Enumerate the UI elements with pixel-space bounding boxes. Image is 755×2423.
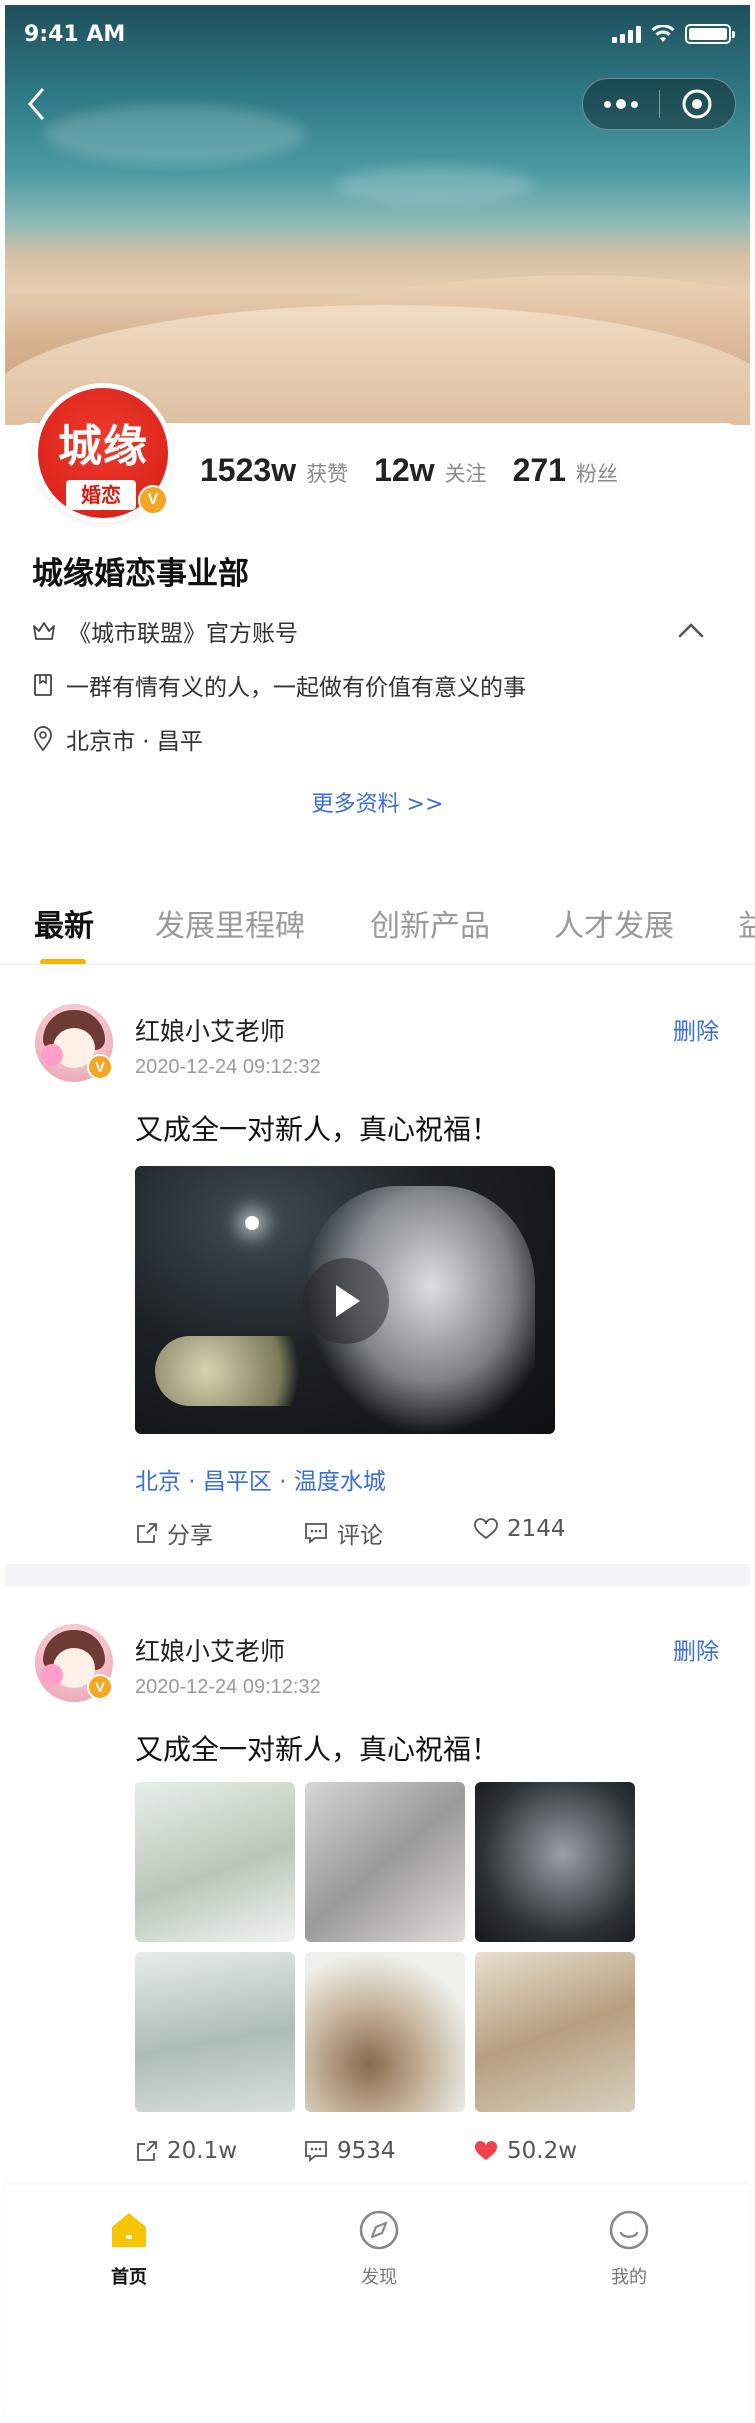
post-text: 又成全一对新人，真心祝福！	[135, 1113, 500, 1146]
status-time: 9:41 AM	[24, 22, 126, 47]
comment-button[interactable]: 评论	[303, 1516, 383, 1550]
post-card: V 红娘小艾老师 2020-12-24 09:12:32 删除 又成全一对新人，…	[5, 966, 750, 1564]
nav-home[interactable]: 首页	[69, 2207, 189, 2289]
nav-mine[interactable]: 我的	[569, 2207, 689, 2289]
like-count: 2144	[507, 1516, 566, 1542]
logo-subtext: 婚恋	[66, 480, 136, 510]
close-miniprogram-button[interactable]	[660, 79, 736, 129]
share-icon	[137, 2141, 157, 2161]
verified-badge-icon: V	[87, 1054, 113, 1080]
delete-button[interactable]: 删除	[673, 1012, 719, 1046]
share-icon	[137, 1523, 157, 1543]
post-text: 又成全一对新人，真心祝福！	[135, 1733, 500, 1766]
post-time: 2020-12-24 09:12:32	[135, 1676, 321, 1698]
official-account-text: 《城市联盟》官方账号	[68, 621, 298, 647]
compass-icon	[359, 2210, 399, 2250]
heart-outline-icon	[474, 1518, 498, 1540]
more-button[interactable]	[583, 79, 659, 129]
section-divider	[5, 1564, 750, 1586]
battery-icon	[685, 24, 735, 44]
chevron-left-icon	[28, 88, 44, 120]
comment-icon	[305, 1523, 327, 1544]
miniprogram-capsule	[582, 78, 736, 130]
photo-thumbnail[interactable]	[475, 1782, 635, 1942]
photo-thumbnail[interactable]	[305, 1952, 465, 2112]
author-name[interactable]: 红娘小艾老师	[135, 1632, 285, 1668]
photo-thumbnail[interactable]	[135, 1952, 295, 2112]
nav-discover[interactable]: 发现	[319, 2207, 439, 2289]
profile-stats: 1523w 获赞 12w 关注 271 粉丝	[200, 452, 644, 489]
active-tab-indicator	[40, 959, 86, 964]
more-dots-icon	[603, 99, 638, 109]
tab-innovation[interactable]: 创新产品	[370, 901, 490, 945]
share-count: 20.1w	[167, 2138, 238, 2164]
bottom-tab-bar: 首页 发现 我的	[5, 2185, 750, 2415]
location-pin-icon	[34, 726, 52, 752]
status-bar: 9:41 AM	[0, 0, 755, 70]
author-name[interactable]: 红娘小艾老师	[135, 1012, 285, 1048]
comment-count: 9534	[337, 2138, 396, 2164]
photo-thumbnail[interactable]	[135, 1782, 295, 1942]
crown-icon	[33, 622, 55, 640]
post-time: 2020-12-24 09:12:32	[135, 1056, 321, 1078]
org-name: 城缘婚恋事业部	[32, 556, 249, 592]
like-button[interactable]: 2144	[473, 1516, 566, 1542]
home-icon	[112, 2213, 146, 2247]
collapse-button[interactable]	[676, 618, 706, 642]
location-text: 北京市 · 昌平	[66, 729, 203, 755]
photo-grid	[135, 1782, 635, 2112]
post-card: V 红娘小艾老师 2020-12-24 09:12:32 删除 又成全一对新人，…	[5, 1586, 750, 2186]
official-account-line: 《城市联盟》官方账号	[32, 614, 298, 648]
location-line: 北京市 · 昌平	[32, 722, 203, 756]
verified-badge-icon: V	[138, 485, 168, 515]
stat-likes[interactable]: 1523w 获赞	[200, 452, 348, 489]
tab-talent[interactable]: 人才发展	[554, 901, 674, 945]
share-button[interactable]: 分享	[135, 1516, 213, 1550]
post-video[interactable]	[135, 1166, 555, 1434]
smile-icon	[609, 2210, 649, 2250]
stat-following[interactable]: 12w 关注	[374, 452, 486, 489]
target-icon	[682, 89, 712, 119]
comment-button[interactable]: 9534	[303, 2138, 396, 2164]
content-tabs: 最新 发展里程碑 创新产品 人才发展 益	[0, 873, 755, 965]
more-info-link[interactable]: 更多资料 >>	[0, 786, 755, 818]
play-button[interactable]	[303, 1258, 389, 1344]
motto-line: 一群有情有义的人，一起做有价值有意义的事	[32, 668, 526, 702]
share-button[interactable]: 20.1w	[135, 2138, 237, 2164]
tab-latest[interactable]: 最新	[34, 901, 94, 945]
verified-badge-icon: V	[87, 1674, 113, 1700]
like-count: 50.2w	[507, 2138, 578, 2164]
cellular-signal-icon	[612, 25, 641, 43]
back-button[interactable]	[22, 84, 52, 124]
logo-text: 城缘	[58, 421, 148, 472]
play-icon	[336, 1285, 360, 1317]
like-button[interactable]: 50.2w	[473, 2138, 577, 2164]
post-location-link[interactable]: 北京 · 昌平区 · 温度水城	[135, 1462, 386, 1496]
motto-text: 一群有情有义的人，一起做有价值有意义的事	[66, 675, 526, 701]
tab-milestones[interactable]: 发展里程碑	[155, 901, 305, 945]
comment-icon	[305, 2141, 327, 2162]
tab-more[interactable]: 益	[738, 901, 755, 945]
delete-button[interactable]: 删除	[673, 1632, 719, 1666]
heart-filled-icon	[474, 2140, 498, 2160]
stat-followers[interactable]: 271 粉丝	[513, 452, 618, 489]
photo-thumbnail[interactable]	[305, 1782, 465, 1942]
photo-thumbnail[interactable]	[475, 1952, 635, 2112]
wifi-icon	[651, 25, 675, 42]
chevron-up-icon	[678, 623, 704, 638]
bookmark-icon	[34, 674, 52, 696]
